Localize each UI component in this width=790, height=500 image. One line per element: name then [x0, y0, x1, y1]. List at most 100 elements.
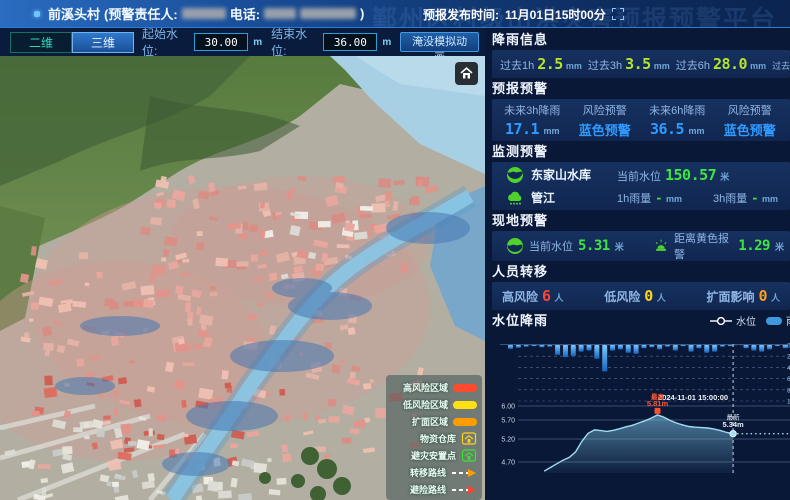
rain-cloud-icon: [506, 189, 524, 207]
fullscreen-icon[interactable]: [612, 8, 624, 20]
blue-warning-badge-2: 蓝色预警: [714, 120, 787, 139]
transfer-section-title: 人员转移: [492, 263, 790, 280]
legend-water-level: 水位: [710, 313, 756, 328]
forecast-section-title: 预报预警: [492, 80, 790, 97]
end-level-input[interactable]: [323, 33, 377, 51]
map-3d-view[interactable]: 高风险区域 低风险区域 扩面区域 物资仓库: [0, 56, 485, 500]
legend-expand-area: 扩面区域: [391, 415, 477, 428]
info-panel: 降雨信息 过去1h 2.5 mm 过去3h 3.5 mm 过去6h 28.0 m…: [485, 28, 790, 500]
svg-text:5.81m: 5.81m: [647, 399, 669, 408]
water-level-rainfall-chart[interactable]: 6.005.705.204.700204060801002024-11-01 1…: [492, 331, 790, 473]
chart-header: 水位降雨 水位 雨量: [492, 310, 790, 331]
shelter-house-icon: [461, 449, 477, 462]
blue-warning-badge-1: 蓝色预警: [569, 120, 642, 139]
legend-rainfall: 雨量: [766, 313, 790, 328]
onsite-panel: 当前水位 5.31 米 距离黄色报警 1.29 米: [492, 231, 790, 261]
rainfall-section-title: 降雨信息: [492, 31, 790, 48]
water-level-icon: [506, 237, 524, 255]
monitor-section-title: 监测预警: [492, 143, 790, 160]
monitor-row-station: 管江 1h雨量 - mm 3h雨量 - mm: [506, 188, 784, 208]
end-level-label: 结束水位:: [271, 25, 318, 59]
high-risk-swatch: [453, 384, 477, 392]
village-name: 前溪头村: [48, 4, 100, 23]
svg-text:4.70: 4.70: [501, 460, 515, 467]
map-home-button[interactable]: [455, 62, 478, 85]
paren-close: ): [360, 6, 364, 21]
reservoir-icon: [506, 166, 524, 184]
left-column: 二维 三维 起始水位: m 结束水位: m 淹没模拟动画: [0, 28, 485, 500]
monitor-row-reservoir: 东家山水库 当前水位 150.57 米: [506, 165, 784, 185]
legend-low-risk: 低风险区域: [391, 398, 477, 411]
flood-warning-dashboard: 鄞州区村级山洪灾害预报预警平台 前溪头村 (预警责任人: 电话: ) 预报发布时…: [0, 0, 790, 500]
end-unit: m: [382, 37, 391, 48]
map-toolbar: 二维 三维 起始水位: m 结束水位: m 淹没模拟动画: [0, 28, 485, 56]
forecast-panel: 未来3h降雨 风险预警 未来6h降雨 风险预警 17.1 mm 蓝色预警 36.…: [492, 99, 790, 141]
svg-text:5.70: 5.70: [501, 418, 515, 425]
publish-time-block: 预报发布时间: 11月01日15时00分: [423, 0, 624, 28]
map-legend: 高风险区域 低风险区域 扩面区域 物资仓库: [386, 375, 482, 500]
responsible-label: (预警责任人:: [104, 4, 178, 23]
onsite-alarm-distance: 距离黄色报警 1.29 米: [653, 230, 784, 262]
low-risk-swatch: [453, 401, 477, 409]
rainfall-panel: 过去1h 2.5 mm 过去3h 3.5 mm 过去6h 28.0 mm 过去2…: [492, 50, 790, 78]
legend-escape-route: 避险路线: [391, 483, 477, 496]
forecast-3h-value: 17.1 mm: [496, 120, 569, 139]
station-1h-rain: 1h雨量 - mm: [617, 190, 713, 206]
start-level-input[interactable]: [194, 33, 248, 51]
phone-label: 电话:: [230, 4, 260, 23]
warehouse-icon: [461, 432, 477, 445]
alarm-siren-icon: [653, 237, 669, 255]
station-name: 管江: [531, 189, 617, 206]
water-level-line-icon: [710, 317, 732, 325]
forecast-risk-label-1: 风险预警: [569, 102, 642, 118]
responsible-name-redacted: [182, 8, 226, 19]
phone-redacted-2: [300, 8, 356, 19]
legend-transfer-route: 转移路线: [391, 466, 477, 479]
forecast-risk-label-2: 风险预警: [714, 102, 787, 118]
flood-simulation-button[interactable]: 淹没模拟动画: [400, 32, 479, 52]
onsite-water-level: 当前水位 5.31 米: [506, 237, 645, 255]
transfer-high-risk: 高风险 6 人: [502, 287, 564, 305]
transfer-low-risk: 低风险 0 人: [604, 287, 666, 305]
svg-text:5.20: 5.20: [501, 437, 515, 444]
legend-high-risk: 高风险区域: [391, 381, 477, 394]
rain-1h: 过去1h 2.5 mm: [500, 55, 582, 73]
bullet-icon: [34, 11, 40, 17]
rainfall-bar-icon: [766, 317, 782, 325]
reservoir-name: 东家山水库: [531, 166, 617, 183]
village-title: 前溪头村 (预警责任人: 电话: ): [48, 4, 364, 23]
chart-legend: 水位 雨量: [710, 313, 790, 328]
publish-time-value: 11月01日15时00分: [505, 6, 606, 23]
svg-text:2024-11-01 15:00:00: 2024-11-01 15:00:00: [658, 393, 728, 402]
transfer-route-arrow-icon: [451, 468, 477, 478]
rain-24h: 过去24h 220.0 mm: [772, 55, 790, 73]
tab-2d[interactable]: 二维: [10, 32, 72, 53]
transfer-expand: 扩面影响 0 人: [706, 287, 780, 305]
phone-redacted-1: [264, 8, 296, 19]
transfer-panel: 高风险 6 人 低风险 0 人 扩面影响 0 人: [492, 282, 790, 310]
rain-3h: 过去3h 3.5 mm: [588, 55, 670, 73]
forecast-6h-label: 未来6h降雨: [641, 102, 714, 118]
svg-text:6.00: 6.00: [501, 404, 515, 411]
rain-6h: 过去6h 28.0 mm: [676, 55, 766, 73]
start-level-label: 起始水位:: [142, 25, 189, 59]
water-level-controls: 起始水位: m 结束水位: m 淹没模拟动画: [142, 25, 479, 59]
expand-area-swatch: [453, 418, 477, 426]
start-unit: m: [253, 37, 262, 48]
publish-time-label: 预报发布时间:: [423, 6, 499, 23]
top-header: 鄞州区村级山洪灾害预报预警平台 前溪头村 (预警责任人: 电话: ) 预报发布时…: [0, 0, 790, 28]
legend-shelter: 避灾安置点: [391, 449, 477, 462]
home-icon: [460, 67, 473, 80]
tab-3d[interactable]: 三维: [72, 32, 134, 53]
monitor-panel: 东家山水库 当前水位 150.57 米 管江 1h雨量 -: [492, 162, 790, 210]
station-3h-rain: 3h雨量 - mm: [713, 190, 778, 206]
forecast-3h-label: 未来3h降雨: [496, 102, 569, 118]
legend-warehouse: 物资仓库: [391, 432, 477, 445]
chart-section-title: 水位降雨: [492, 312, 548, 329]
escape-route-arrow-icon: [451, 485, 477, 495]
view-tabs: 二维 三维: [10, 32, 134, 53]
forecast-6h-value: 36.5 mm: [641, 120, 714, 139]
svg-text:5.34m: 5.34m: [722, 420, 744, 429]
onsite-section-title: 现地预警: [492, 212, 790, 229]
reservoir-level: 当前水位 150.57 米: [617, 166, 729, 184]
